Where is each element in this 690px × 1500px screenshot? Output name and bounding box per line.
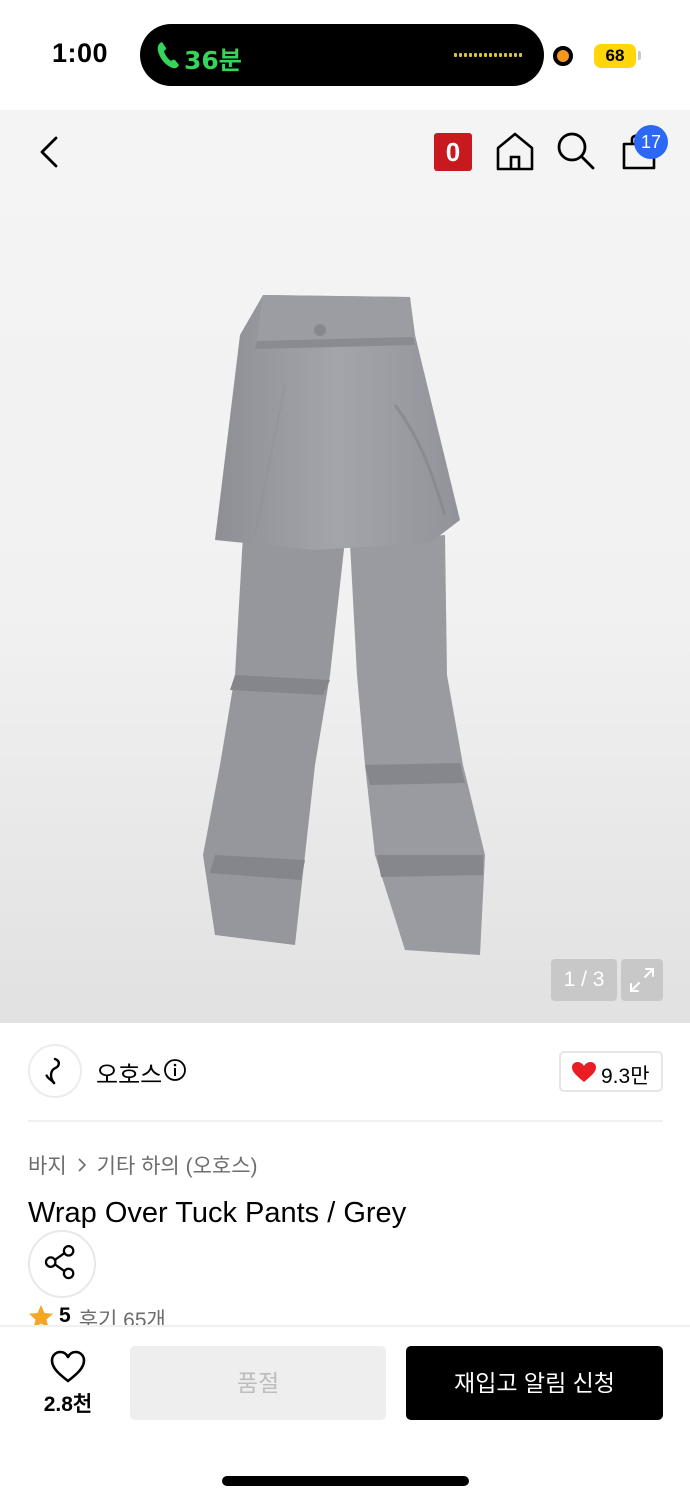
wish-count: 2.8천 <box>43 1393 93 1416</box>
expand-arrows-icon <box>630 968 654 992</box>
star-icon <box>29 1305 53 1326</box>
product-image-gallery[interactable]: 1 / 3 <box>0 110 690 1023</box>
phone-icon <box>157 42 179 69</box>
recording-indicator-icon <box>553 46 573 66</box>
chevron-right-icon <box>78 1158 86 1172</box>
breadcrumb-category[interactable]: 바지 <box>28 1150 67 1180</box>
expand-image-button[interactable] <box>621 959 663 1001</box>
restock-alert-button[interactable]: 재입고 알림 신청 <box>406 1346 663 1420</box>
soldout-button: 품절 <box>130 1346 386 1420</box>
rating-score: 5 <box>59 1304 71 1326</box>
brand-logo[interactable] <box>28 1044 82 1098</box>
home-icon[interactable] <box>494 130 536 172</box>
divider <box>28 1120 663 1122</box>
battery-tip <box>638 51 641 60</box>
back-arrow-icon[interactable] <box>30 130 70 174</box>
heart-filled-icon <box>572 1062 596 1082</box>
share-icon <box>44 1244 75 1280</box>
brand-like-button[interactable]: 9.3만 <box>559 1051 663 1092</box>
product-title: Wrap Over Tuck Pants / Grey <box>28 1197 407 1229</box>
image-counter: 1 / 3 <box>551 959 617 1001</box>
rating-row[interactable]: 5 후기 65개 <box>28 1304 166 1326</box>
home-indicator[interactable] <box>222 1476 469 1486</box>
point-badge-button[interactable]: 0 <box>434 133 472 171</box>
review-count: 후기 65개 <box>78 1309 166 1326</box>
battery-indicator: 68 <box>594 44 636 68</box>
breadcrumb-subcategory[interactable]: 기타 하의 (오호스) <box>97 1150 258 1180</box>
brand-like-count: 9.3만 <box>601 1065 650 1088</box>
dynamic-island[interactable]: 36분 <box>140 24 544 86</box>
brand-name-link[interactable]: 오호스 <box>96 1055 162 1090</box>
search-icon[interactable] <box>555 130 597 172</box>
call-duration: 36분 <box>184 46 242 75</box>
cart-count-badge: 17 <box>634 125 668 159</box>
share-button[interactable] <box>28 1230 96 1298</box>
heart-outline-icon[interactable] <box>50 1350 86 1384</box>
product-photo <box>203 295 485 955</box>
status-time: 1:00 <box>52 38 109 68</box>
status-bar: 1:00 36분 68 <box>0 0 690 110</box>
brand-logo-mark-icon <box>45 1057 61 1085</box>
breadcrumb: 바지 기타 하의 (오호스) <box>28 1150 258 1180</box>
info-icon[interactable] <box>163 1058 187 1082</box>
audio-wave-icon <box>454 53 522 57</box>
